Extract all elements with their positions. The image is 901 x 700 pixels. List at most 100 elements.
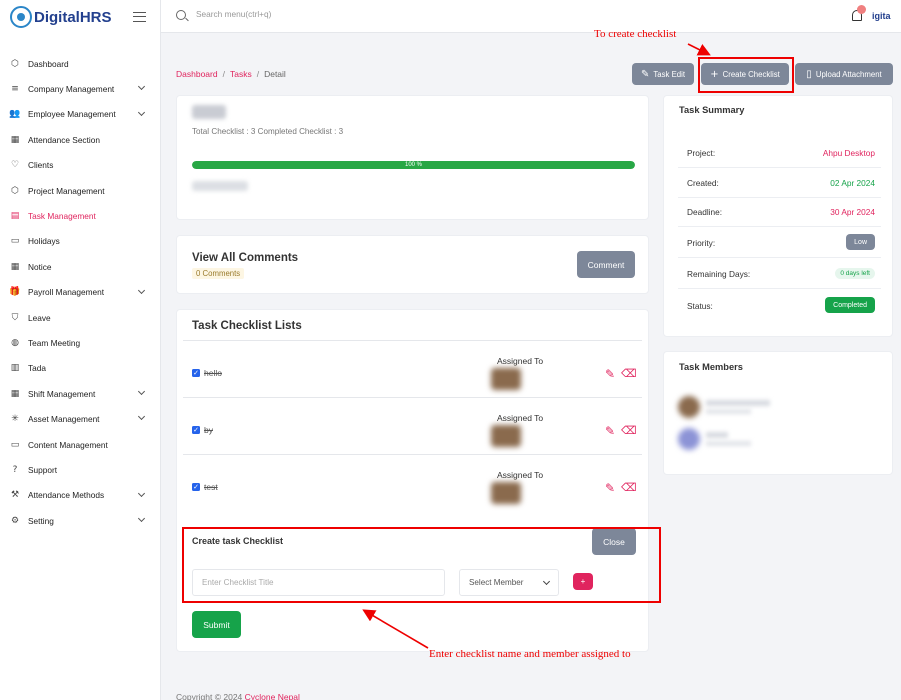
summary-row-project: Project: Ahpu Desktop [678, 137, 881, 168]
sidebar-item-label: Shift Management [28, 388, 96, 399]
delete-icon[interactable]: ⌫ [621, 424, 637, 437]
globe-icon: ◍ [11, 337, 19, 348]
sidebar-item-clients[interactable]: ♡ Clients [0, 153, 160, 178]
sidebar-item-tada[interactable]: ▥ Tada [0, 356, 160, 381]
footer-copyright: Copyright © 2024 [176, 692, 245, 700]
summary-row-deadline: Deadline: 30 Apr 2024 [678, 196, 881, 227]
list-icon: ≡ [11, 84, 19, 95]
task-summary-card: Task Summary Project: Ahpu Desktop Creat… [663, 95, 893, 337]
sidebar-item-label: Notice [28, 261, 52, 272]
checkbox[interactable]: ✓ [192, 483, 200, 491]
card-icon: ▭ [10, 236, 20, 247]
project-value[interactable]: Ahpu Desktop [823, 148, 875, 158]
member-item [678, 394, 878, 420]
book-icon: ▥ [10, 363, 20, 374]
sidebar-item-attendance-section[interactable]: ▦ Attendance Section [0, 127, 160, 152]
progress-bar: 100 % [192, 161, 635, 169]
sidebar-item-label: Support [28, 464, 58, 475]
tool-icon: ⚒ [10, 490, 20, 501]
checkbox[interactable]: ✓ [192, 426, 200, 434]
remaining-days-badge: 0 days left [835, 268, 875, 279]
breadcrumb-separator: / [222, 69, 225, 79]
sidebar-item-label: Attendance Section [28, 134, 100, 145]
comment-button[interactable]: Comment [577, 251, 635, 278]
chevron-down-icon [137, 489, 146, 497]
footer-brand-link[interactable]: Cyclone Nepal [245, 692, 300, 700]
task-members-card: Task Members [663, 351, 893, 475]
search-input[interactable] [196, 9, 396, 19]
checklist-row: ✓ hello Assigned To ✎ ⌫ [183, 340, 642, 397]
calendar-icon: ▦ [10, 261, 20, 272]
summary-row-remaining: Remaining Days: 0 days left [678, 258, 881, 289]
edit-icon[interactable]: ✎ [605, 481, 615, 495]
member-name-redacted [706, 432, 728, 438]
sidebar-item-notice[interactable]: ▦ Notice [0, 254, 160, 279]
breadcrumb: Dashboard / Tasks / Detail [176, 69, 286, 79]
sidebar-item-label: Asset Management [28, 414, 100, 425]
breadcrumb-current: Detail [264, 69, 286, 79]
sidebar-item-task-management[interactable]: ▤ Task Management [0, 203, 160, 228]
calendar-icon: ▦ [10, 388, 20, 399]
clipboard-icon: ▯ [806, 68, 812, 80]
delete-icon[interactable]: ⌫ [621, 367, 637, 380]
remaining-label: Remaining Days: [687, 269, 751, 279]
avatar [491, 368, 521, 390]
user-name[interactable]: igita [872, 11, 891, 21]
checklist-stats: Total Checklist : 3 Completed Checklist … [192, 127, 344, 136]
task-edit-label: Task Edit [653, 69, 686, 79]
checkbox[interactable]: ✓ [192, 369, 200, 377]
member-name-redacted [706, 400, 770, 406]
comments-card: View All Comments 0 Comments Comment [176, 235, 649, 294]
upload-attachment-button[interactable]: ▯ Upload Attachment [795, 63, 893, 85]
task-members-title: Task Members [679, 362, 743, 372]
heart-icon: ♡ [10, 160, 20, 171]
task-edit-button[interactable]: ✎ Task Edit [632, 63, 694, 85]
logo[interactable]: DigitalHRS [10, 6, 112, 28]
edit-icon[interactable]: ✎ [605, 367, 615, 381]
topbar: igita [161, 0, 901, 33]
sidebar-item-holidays[interactable]: ▭ Holidays [0, 229, 160, 254]
highlight-create-button [698, 57, 794, 93]
footer: Copyright © 2024 Cyclone Nepal [176, 692, 300, 700]
checklist-row: ✓ test Assigned To ✎ ⌫ [183, 454, 642, 511]
sidebar-item-leave[interactable]: ⛉ Leave [0, 305, 160, 330]
project-label: Project: [687, 148, 716, 158]
search-icon [176, 10, 186, 20]
sidebar-item-content-management[interactable]: ▭ Content Management [0, 432, 160, 457]
progress-fill: 100 % [192, 161, 635, 169]
priority-label: Priority: [687, 238, 716, 248]
delete-icon[interactable]: ⌫ [621, 481, 637, 494]
edit-icon[interactable]: ✎ [605, 424, 615, 438]
sidebar-item-setting[interactable]: ⚙ Setting [0, 508, 160, 533]
member-role-redacted [706, 409, 751, 414]
checklist-item-name: test [204, 482, 218, 492]
cube-icon: ⬡ [11, 58, 19, 69]
sidebar-item-asset-management[interactable]: ✳ Asset Management [0, 406, 160, 431]
sidebar-item-dashboard[interactable]: ⬡ Dashboard [0, 51, 160, 76]
comments-title: View All Comments [192, 252, 299, 264]
monitor-icon: ▭ [10, 439, 20, 450]
breadcrumb-tasks[interactable]: Tasks [230, 69, 252, 79]
checklist-title: Task Checklist Lists [192, 320, 302, 332]
users-icon: 👥 [9, 109, 21, 120]
highlight-create-form [182, 527, 661, 603]
sidebar-item-support[interactable]: ? Support [0, 457, 160, 482]
sidebar-item-shift-management[interactable]: ▦ Shift Management [0, 381, 160, 406]
sidebar-item-label: Company Management [28, 84, 115, 95]
sidebar-item-project-management[interactable]: ⬡ Project Management [0, 178, 160, 203]
submit-button[interactable]: Submit [192, 611, 241, 638]
priority-badge: Low [846, 234, 875, 250]
sidebar-item-payroll-management[interactable]: 🎁 Payroll Management [0, 280, 160, 305]
sidebar-item-company-management[interactable]: ≡ Company Management [0, 76, 160, 101]
sidebar-item-attendance-methods[interactable]: ⚒ Attendance Methods [0, 483, 160, 508]
breadcrumb-home[interactable]: Dashboard [176, 69, 218, 79]
annotation-bottom: Enter checklist name and member assigned… [429, 648, 631, 660]
task-description-redacted [192, 181, 248, 191]
task-summary-title: Task Summary [679, 105, 745, 115]
created-value: 02 Apr 2024 [830, 178, 875, 188]
sidebar: DigitalHRS ⬡ Dashboard ≡ Company Management… [0, 0, 161, 700]
sidebar-item-employee-management[interactable]: 👥 Employee Management [0, 102, 160, 127]
sidebar-item-team-meeting[interactable]: ◍ Team Meeting [0, 330, 160, 355]
gift-icon: 🎁 [9, 287, 21, 298]
menu-toggle-icon[interactable] [133, 12, 146, 22]
